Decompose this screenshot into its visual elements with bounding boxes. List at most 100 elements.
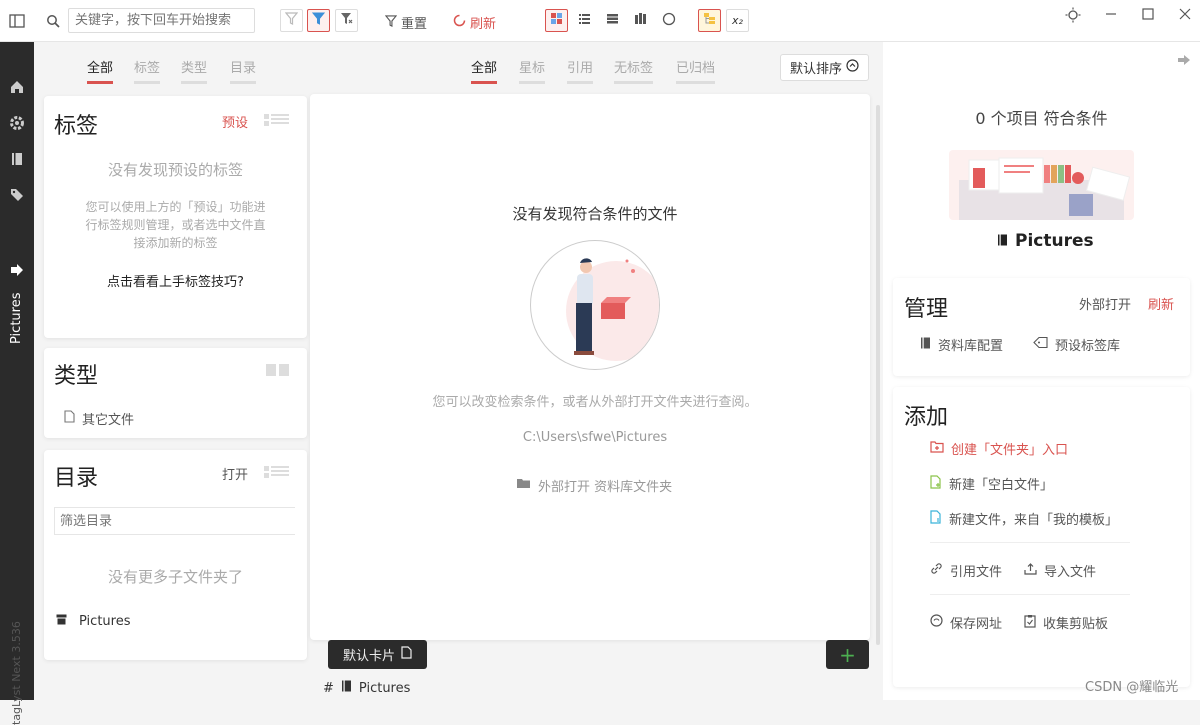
dir-item-label: Pictures [79, 614, 131, 629]
table-view-icon [606, 12, 619, 29]
divider [930, 542, 1130, 543]
reference-file-link[interactable]: 引用文件 [930, 561, 1002, 580]
center-tab-all[interactable]: 全部 [471, 57, 498, 84]
circle-icon [662, 12, 676, 30]
right-library-title: Pictures [997, 231, 1094, 251]
dir-item-pictures[interactable]: Pictures [56, 614, 130, 629]
subscript-button[interactable]: x₂ [726, 9, 749, 32]
directory-card: 目录 打开 没有更多子文件夹了 Pictures [44, 450, 307, 660]
arrow-right-icon[interactable] [8, 261, 26, 279]
type-title: 类型 [54, 364, 99, 389]
save-url-link[interactable]: 保存网址 [930, 613, 1002, 632]
create-folder-entry-link[interactable]: 创建「文件夹」入口 [930, 439, 1068, 458]
empty-illustration [530, 240, 660, 370]
new-blank-label: 新建「空白文件」 [949, 478, 1054, 493]
search-input[interactable] [68, 8, 255, 33]
default-card-button[interactable]: 默认卡片 [328, 640, 427, 669]
collapse-arrow-icon[interactable] [1178, 54, 1190, 69]
search-icon [44, 12, 62, 30]
dir-open-link[interactable]: 打开 [222, 464, 248, 483]
refresh-button[interactable]: 刷新 [453, 13, 496, 32]
add-file-button[interactable]: + [826, 640, 869, 669]
refresh-label: 刷新 [470, 17, 497, 32]
view-circle-button[interactable] [657, 9, 680, 32]
preset-tags-link[interactable]: 预设标签库 [1033, 335, 1120, 354]
list-view-icon [578, 12, 591, 29]
tags-card: 标签 预设 没有发现预设的标签 您可以使用上方的「预设」功能进 行标签规则管理，… [44, 96, 307, 338]
settings-gear-icon[interactable] [8, 114, 26, 132]
library-path: C:\Users\sfwe\Pictures [522, 430, 668, 445]
add-title: 添加 [904, 405, 949, 430]
grid-view-icon [550, 12, 563, 29]
center-tab-starred[interactable]: 星标 [519, 57, 546, 84]
sort-button[interactable]: 默认排序 [780, 54, 869, 81]
create-folder-label: 创建「文件夹」入口 [951, 443, 1069, 458]
view-card-grid-button[interactable] [545, 9, 568, 32]
tags-desc-line2: 行标签规则管理，或者选中文件直 [85, 218, 266, 232]
new-blank-file-link[interactable]: 新建「空白文件」 [930, 474, 1053, 493]
import-file-label: 导入文件 [1044, 565, 1097, 580]
view-table-button[interactable] [601, 9, 624, 32]
panel-scrollbar[interactable] [876, 105, 880, 645]
add-card: 添加 创建「文件夹」入口 新建「空白文件」 新建文件，来自「我的模板」 引用文件… [893, 387, 1190, 687]
filter-active-button[interactable] [307, 9, 330, 32]
reset-button[interactable]: 重置 [384, 13, 428, 32]
center-tab-referenced[interactable]: 引用 [567, 57, 594, 84]
new-from-template-link[interactable]: 新建文件，来自「我的模板」 [930, 509, 1118, 528]
filter-button[interactable] [280, 9, 303, 32]
tags-tip-link[interactable]: 点击看看上手标签技巧? [44, 271, 307, 290]
left-tab-dirs[interactable]: 目录 [230, 57, 257, 84]
tag-icon[interactable] [8, 185, 26, 203]
close-icon[interactable] [1176, 5, 1194, 23]
library-book-icon [997, 231, 1008, 251]
folder-plus-icon [930, 440, 944, 457]
tags-title: 标签 [54, 114, 99, 139]
dir-filter-input[interactable] [54, 507, 295, 535]
collect-clipboard-link[interactable]: 收集剪贴板 [1024, 613, 1108, 632]
minimize-icon[interactable] [1102, 5, 1120, 23]
import-file-link[interactable]: 导入文件 [1024, 561, 1096, 580]
refresh-spinner-icon [453, 14, 466, 31]
reference-file-label: 引用文件 [950, 565, 1003, 580]
center-tab-untagged[interactable]: 无标签 [614, 57, 654, 84]
home-icon[interactable] [8, 78, 26, 96]
open-library-folder-link[interactable]: 外部打开 资料库文件夹 [517, 476, 672, 495]
center-tab-archived[interactable]: 已归档 [676, 57, 716, 84]
filter-icon [284, 12, 299, 29]
type-toggle-icon[interactable] [266, 364, 290, 380]
library-config-link[interactable]: 资料库配置 [920, 335, 1003, 354]
filter-clear-button[interactable] [335, 9, 358, 32]
masonry-view-icon [634, 12, 647, 29]
filter-clear-icon [340, 12, 353, 29]
right-panel: 0 个项目 符合条件 Pictures 管理 外部打开 刷新 资料库配置 预设标… [883, 42, 1200, 700]
footer-breadcrumb: # Pictures [323, 680, 410, 696]
list-toggle-icon[interactable] [264, 113, 290, 131]
sidebar-toggle-icon[interactable] [8, 12, 26, 30]
divider [930, 594, 1130, 595]
reset-label: 重置 [401, 17, 428, 32]
type-item-other[interactable]: 其它文件 [64, 409, 134, 428]
file-template-icon [930, 509, 942, 528]
preset-link[interactable]: 预设 [222, 112, 248, 131]
sort-label: 默认排序 [789, 62, 842, 77]
file-list-area: 没有发现符合条件的文件 您可以改变检索条件，或者从外部打开文件夹进行查阅。 C:… [310, 94, 870, 640]
left-tab-types[interactable]: 类型 [181, 57, 208, 84]
view-list-button[interactable] [573, 9, 596, 32]
folder-tree-button[interactable] [698, 9, 721, 32]
manage-refresh[interactable]: 刷新 [1148, 294, 1174, 313]
left-tab-all[interactable]: 全部 [87, 57, 114, 84]
left-tab-tags[interactable]: 标签 [134, 57, 161, 84]
type-card: 类型 其它文件 [44, 348, 307, 438]
link-icon [930, 562, 943, 579]
folder-tree-icon [703, 12, 716, 29]
preset-tags-label: 预设标签库 [1055, 339, 1121, 354]
maximize-icon[interactable] [1139, 5, 1157, 23]
theme-toggle-icon[interactable] [1064, 6, 1082, 24]
view-masonry-button[interactable] [629, 9, 652, 32]
manage-open-external[interactable]: 外部打开 [1079, 294, 1131, 313]
footer-library-name[interactable]: Pictures [359, 681, 410, 696]
tags-empty-desc: 您可以使用上方的「预设」功能进 行标签规则管理，或者选中文件直 接添加新的标签 [44, 198, 307, 252]
dir-toggle-icon[interactable] [264, 465, 290, 483]
library-book-icon[interactable] [8, 150, 26, 168]
library-name-vertical[interactable]: Pictures [9, 293, 24, 344]
